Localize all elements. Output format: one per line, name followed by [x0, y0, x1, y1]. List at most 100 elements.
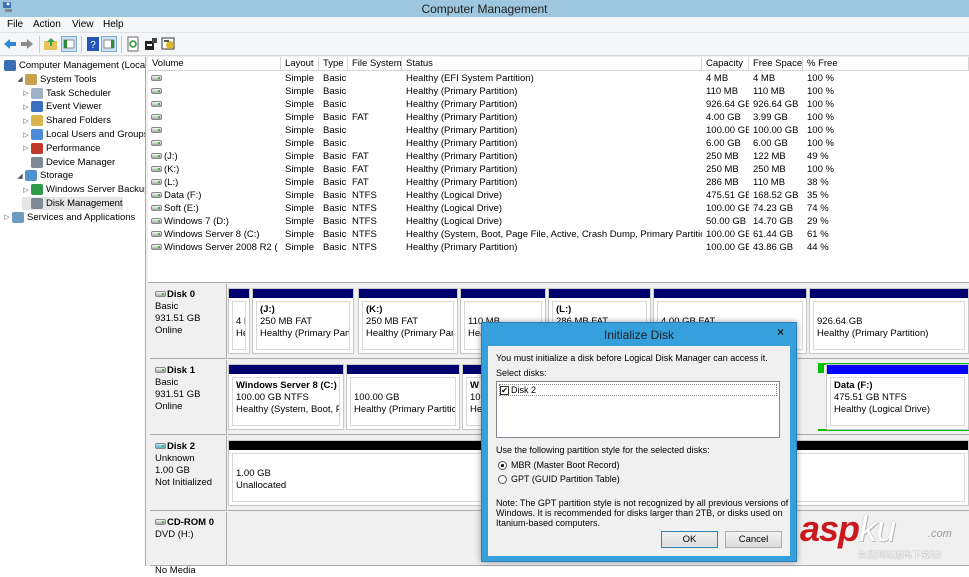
- volume-row[interactable]: Windows Server 8 (C:) Simple Basic NTFS Heal…: [148, 228, 969, 241]
- disk-name-text: Disk 2: [167, 441, 195, 452]
- tree-item-system-tools[interactable]: ◢ System Tools: [16, 73, 96, 86]
- mbr-radio[interactable]: MBR (Master Boot Record): [498, 460, 620, 470]
- close-icon[interactable]: ×: [777, 325, 784, 339]
- column-header-free[interactable]: % Free: [803, 57, 969, 71]
- up-folder-icon[interactable]: [43, 36, 59, 52]
- column-header-status[interactable]: Status: [402, 57, 702, 71]
- volume-cell-status: Healthy (Primary Partition): [406, 86, 518, 97]
- volume-row[interactable]: (J:) Simple Basic FAT Healthy (Primary Parti…: [148, 150, 969, 163]
- expand-icon[interactable]: ▷: [22, 131, 30, 139]
- partition-block[interactable]: Windows Server 8 (C:) 100.00 GB NTFS Healt…: [228, 364, 344, 430]
- disk-label-disk-0[interactable]: Disk 0 Basic 931.51 GB Online: [150, 284, 227, 359]
- disk-label-cd-rom-0[interactable]: CD-ROM 0 DVD (H:) No Media: [150, 512, 227, 576]
- collapse-icon[interactable]: ◢: [16, 75, 24, 83]
- volume-row[interactable]: Simple Basic Healthy (EFI System Partition…: [148, 72, 969, 85]
- show-hide-console-tree-icon[interactable]: [61, 36, 77, 52]
- disk-state: No Media: [155, 565, 196, 576]
- expand-icon[interactable]: ▷: [22, 89, 30, 97]
- disk-settings-icon[interactable]: [161, 36, 177, 52]
- show-hide-action-pane-icon[interactable]: [101, 36, 117, 52]
- column-header-volume[interactable]: Volume: [148, 57, 281, 71]
- partition-block[interactable]: 100.00 GB Healthy (Primary Partition): [346, 364, 460, 430]
- partition-info: Windows Server 8 (C:) 100.00 GB NTFS Healt…: [232, 377, 340, 426]
- volume-row[interactable]: Simple Basic Healthy (Primary Partition) 10…: [148, 124, 969, 137]
- tree-item-label: Local Users and Groups: [46, 129, 146, 140]
- volume-row[interactable]: (K:) Simple Basic FAT Healthy (Primary Parti…: [148, 163, 969, 176]
- tree-item-storage[interactable]: ◢ Storage: [16, 169, 73, 182]
- column-header-free-space[interactable]: Free Space: [749, 57, 803, 71]
- volume-row[interactable]: Data (F:) Simple Basic NTFS Healthy (Logical…: [148, 189, 969, 202]
- disk-label-disk-2[interactable]: Disk 2 Unknown 1.00 GB Not Initialized: [150, 436, 227, 511]
- expand-icon[interactable]: ▷: [22, 117, 30, 125]
- tree-item-performance[interactable]: ▷ Performance: [22, 142, 100, 155]
- expand-icon[interactable]: ▷: [22, 103, 30, 111]
- volume-cell-status: Healthy (EFI System Partition): [406, 73, 534, 84]
- volume-cell-volume: Windows Server 8 (C:): [149, 229, 278, 240]
- partition-block[interactable]: Data (F:) 475.51 GB NTFS Healthy (Logical …: [826, 364, 969, 430]
- tree-item-computer-management-local[interactable]: Computer Management (Local: [3, 59, 145, 72]
- tree-item-local-users-and-groups[interactable]: ▷ Local Users and Groups: [22, 128, 146, 141]
- menu-file[interactable]: File: [7, 19, 23, 30]
- volume-cell-free-space: 110 MB: [753, 177, 786, 188]
- volume-row[interactable]: Simple Basic FAT Healthy (Primary Partition…: [148, 111, 969, 124]
- cancel-button[interactable]: Cancel: [725, 531, 782, 548]
- refresh-icon[interactable]: [125, 36, 141, 52]
- gpt-radio[interactable]: GPT (GUID Partition Table): [498, 474, 620, 484]
- disk-checkbox[interactable]: ✔: [500, 385, 509, 395]
- partition-title-row: (L:): [556, 304, 646, 316]
- partition-block[interactable]: 4 MHea: [228, 288, 250, 354]
- disk-type: Basic: [155, 377, 179, 388]
- drive-icon: [151, 204, 162, 211]
- volume-row[interactable]: Soft (E:) Simple Basic NTFS Healthy (Logical…: [148, 202, 969, 215]
- volume-row[interactable]: Simple Basic Healthy (Primary Partition) 6.…: [148, 137, 969, 150]
- properties-icon[interactable]: [143, 36, 159, 52]
- tree-item-windows-server-backup[interactable]: ▷ Windows Server Backup: [22, 183, 145, 196]
- volume-row[interactable]: Windows 7 (D:) Simple Basic NTFS Healthy (Lo…: [148, 215, 969, 228]
- column-header-layout[interactable]: Layout: [281, 57, 319, 71]
- column-header-file-system[interactable]: File System: [348, 57, 402, 71]
- tree-item-device-manager[interactable]: Device Manager: [22, 156, 115, 169]
- partition-block[interactable]: (K:) 250 MB FAT Healthy (Primary Partit: [358, 288, 458, 354]
- back-icon[interactable]: [2, 36, 18, 52]
- disk-state: Not Initialized: [155, 477, 213, 488]
- partition-block[interactable]: 926.64 GB Healthy (Primary Partition): [809, 288, 969, 354]
- tree-item-task-scheduler[interactable]: ▷ Task Scheduler: [22, 87, 111, 100]
- tree-item-services-and-applications[interactable]: ▷ Services and Applications: [3, 211, 135, 224]
- menu-view[interactable]: View: [72, 19, 94, 30]
- volume-cell-free-space: 74.23 GB: [753, 203, 794, 214]
- collapse-icon[interactable]: ◢: [16, 172, 24, 180]
- volume-cell-volume: [149, 99, 278, 110]
- radio-button[interactable]: [498, 474, 507, 484]
- tree-item-label: Event Viewer: [46, 101, 102, 113]
- help-icon[interactable]: ?: [85, 36, 101, 52]
- volume-row[interactable]: Windows Server 2008 R2 (G:) Simple Basic NT…: [148, 241, 969, 254]
- partition-size: 475.51 GB NTFS: [834, 392, 907, 403]
- column-header-capacity[interactable]: Capacity: [702, 57, 749, 71]
- volume-row[interactable]: Simple Basic Healthy (Primary Partition) 11…: [148, 85, 969, 98]
- column-header-type[interactable]: Type: [319, 57, 348, 71]
- partition-info: (J:) 250 MB FAT Healthy (Primary Partit: [256, 301, 350, 350]
- tree-item-disk-management[interactable]: Disk Management: [22, 197, 123, 210]
- disk-list-item[interactable]: ✔ Disk 2: [499, 384, 777, 396]
- forward-icon[interactable]: [19, 36, 35, 52]
- volume-row[interactable]: (L:) Simple Basic FAT Healthy (Primary Parti…: [148, 176, 969, 189]
- disk-label-disk-1[interactable]: Disk 1 Basic 931.51 GB Online: [150, 360, 227, 435]
- volume-name: (J:): [164, 151, 178, 162]
- volume-row[interactable]: Simple Basic Healthy (Primary Partition) 92…: [148, 98, 969, 111]
- radio-button[interactable]: [498, 460, 507, 470]
- menu-action[interactable]: Action: [33, 19, 61, 30]
- volume-cell-capacity: 4 MB: [706, 73, 729, 84]
- tree-item-shared-folders[interactable]: ▷ Shared Folders: [22, 114, 111, 127]
- partition-size: 100.00 GB NTFS: [236, 392, 309, 403]
- tree-item-event-viewer[interactable]: ▷ Event Viewer: [22, 100, 102, 113]
- expand-icon[interactable]: ▷: [22, 144, 30, 152]
- disk-item-label: Disk 2: [511, 385, 537, 395]
- partition-info: Data (F:) 475.51 GB NTFS Healthy (Logical …: [830, 377, 965, 426]
- disk-select-list[interactable]: ✔ Disk 2: [496, 381, 780, 438]
- partition-block[interactable]: (J:) 250 MB FAT Healthy (Primary Partit: [252, 288, 354, 354]
- menu-help[interactable]: Help: [103, 19, 124, 30]
- expand-icon[interactable]: ▷: [3, 213, 11, 221]
- expand-icon[interactable]: ▷: [22, 186, 30, 194]
- ok-button[interactable]: OK: [661, 531, 718, 548]
- tree-item-label: Performance: [46, 142, 101, 154]
